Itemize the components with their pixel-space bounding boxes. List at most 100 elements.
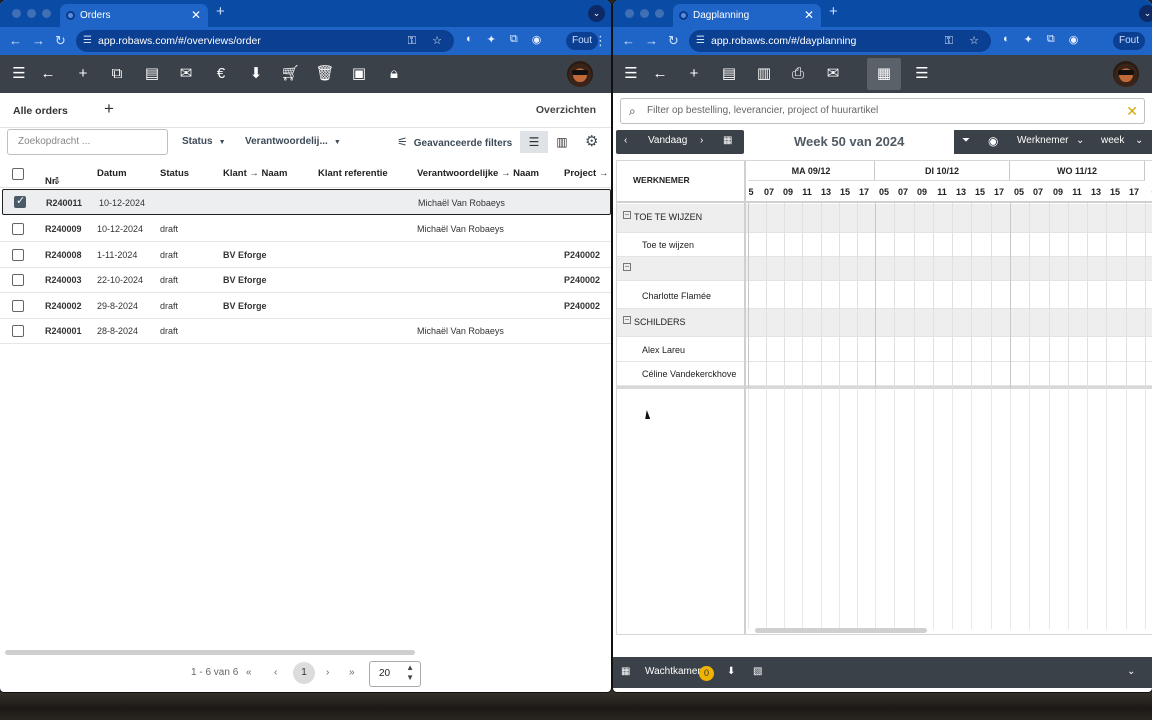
row-checkbox[interactable]: [14, 194, 26, 208]
profile-icon[interactable]: ◉: [1069, 33, 1079, 46]
reload-icon[interactable]: ↻: [668, 33, 679, 49]
euro-icon[interactable]: €: [204, 55, 238, 93]
document-icon[interactable]: ▤: [712, 55, 746, 93]
search-input[interactable]: Zoekopdracht ...: [7, 129, 168, 155]
back-icon[interactable]: ←: [9, 33, 22, 48]
site-info-icon[interactable]: ☰: [696, 30, 705, 52]
bookmark-star-icon[interactable]: ☆: [969, 30, 979, 52]
cart-icon[interactable]: 🛒︎: [273, 55, 307, 93]
tab-dagplanning[interactable]: Dagplanning ✕: [673, 4, 821, 27]
clear-filter-icon[interactable]: ✕: [1126, 99, 1138, 123]
row-checkbox[interactable]: [12, 274, 24, 286]
puzzle-icon[interactable]: ⧉: [1047, 33, 1055, 46]
column-header[interactable]: Verantwoordelijke → Naam: [417, 168, 539, 179]
chevron-down-icon[interactable]: ⌄: [1127, 666, 1135, 677]
site-info-icon[interactable]: ☰: [83, 30, 92, 52]
column-header[interactable]: Klant → Naam: [223, 168, 287, 179]
column-header[interactable]: Project → I: [564, 168, 611, 179]
chevron-down-icon[interactable]: ⌄: [1135, 135, 1143, 146]
prev-page-icon[interactable]: ‹: [274, 667, 277, 678]
table-row[interactable]: R240011 10-12-2024 Michaël Van Robaeys: [2, 189, 611, 215]
pdf-icon[interactable]: ▥: [747, 55, 781, 93]
password-key-icon[interactable]: ⚿: [408, 30, 416, 52]
back-arrow-icon[interactable]: ←: [643, 55, 677, 93]
table-row[interactable]: R240008 1-11-2024 draft BV Eforge P24000…: [0, 242, 611, 268]
download-icon[interactable]: ⬇: [239, 55, 273, 93]
map-icon[interactable]: ▧: [753, 666, 762, 677]
tab-search-icon[interactable]: ⌄: [1139, 5, 1152, 22]
status-filter-button[interactable]: Status ▼: [182, 136, 226, 147]
archive-icon[interactable]: ▣: [342, 55, 376, 93]
list-view-icon[interactable]: ☰: [520, 131, 548, 153]
user-avatar[interactable]: [1113, 61, 1139, 87]
chrome-menu-icon[interactable]: ⋮: [594, 33, 607, 49]
view-title-all-orders[interactable]: Alle orders: [13, 105, 68, 117]
today-button[interactable]: Vandaag: [648, 135, 687, 146]
row-checkbox[interactable]: [12, 249, 24, 261]
forward-icon[interactable]: →: [645, 33, 658, 48]
current-page-button[interactable]: 1: [293, 662, 315, 684]
copy-icon[interactable]: ⧉: [100, 55, 134, 93]
table-row[interactable]: R240002 29-8-2024 draft BV Eforge P24000…: [0, 293, 611, 319]
horizontal-scrollbar[interactable]: [5, 650, 415, 655]
add-icon[interactable]: +: [677, 55, 711, 93]
first-page-icon[interactable]: «: [246, 667, 252, 678]
new-tab-icon[interactable]: +: [216, 3, 225, 20]
window-controls[interactable]: [625, 9, 664, 18]
gear-icon[interactable]: ⚙: [585, 132, 598, 150]
reload-icon[interactable]: ↻: [55, 33, 66, 49]
waiting-room-bar[interactable]: ▦ Wachtkamer 0 ⬇ ▧ ⌄: [613, 657, 1152, 688]
prev-week-icon[interactable]: ‹: [624, 135, 627, 146]
forward-icon[interactable]: →: [32, 33, 45, 48]
table-row[interactable]: R240001 28-8-2024 draft Michaël Van Roba…: [0, 318, 611, 344]
profile-icon[interactable]: ◉: [532, 33, 542, 46]
tab-orders[interactable]: Orders ✕: [60, 4, 208, 27]
grid-horizontal-scrollbar[interactable]: [755, 628, 927, 633]
close-tab-icon[interactable]: ✕: [191, 4, 201, 27]
column-header[interactable]: Status: [160, 168, 189, 179]
planning-filter-input[interactable]: ⌕ Filter op bestelling, leverancier, pro…: [620, 98, 1145, 124]
visibility-eye-icon[interactable]: ◉: [988, 134, 998, 148]
url-field[interactable]: ☰ app.robaws.com/#/overviews/order ⚿ ☆: [76, 30, 454, 52]
calendar-view-icon[interactable]: ▦: [867, 58, 901, 90]
bookmark-star-icon[interactable]: ☆: [432, 30, 442, 52]
extension-icon[interactable]: ◐: [1003, 33, 1010, 46]
email-icon[interactable]: ✉: [816, 55, 850, 93]
column-header[interactable]: Klant referentie: [318, 168, 388, 179]
back-arrow-icon[interactable]: ←: [31, 55, 65, 93]
period-select[interactable]: week: [1101, 135, 1124, 146]
advanced-filters-button[interactable]: ⚟ Geavanceerde filters: [397, 135, 512, 149]
next-page-icon[interactable]: ›: [326, 667, 329, 678]
table-row[interactable]: R240009 10-12-2024 draft Michaël Van Rob…: [0, 216, 611, 242]
add-icon[interactable]: +: [66, 55, 100, 93]
url-field[interactable]: ☰ app.robaws.com/#/dayplanning ⚿ ☆: [689, 30, 991, 52]
back-icon[interactable]: ←: [622, 33, 635, 48]
column-header[interactable]: Datum: [97, 168, 127, 179]
user-avatar[interactable]: [567, 61, 593, 87]
calendar-picker-icon[interactable]: ▦: [723, 135, 732, 146]
filter-funnel-icon[interactable]: ⏷: [962, 135, 970, 146]
extension-color-icon[interactable]: ✦: [1024, 33, 1033, 46]
select-all-checkbox[interactable]: [12, 168, 24, 180]
table-row[interactable]: R240003 22-10-2024 draft BV Eforge P2400…: [0, 267, 611, 293]
puzzle-icon[interactable]: ⧉: [510, 33, 518, 46]
extension-icon[interactable]: ◐: [466, 33, 473, 46]
extension-color-icon[interactable]: ✦: [487, 33, 496, 46]
responsible-filter-button[interactable]: Verantwoordelij... ▼: [245, 136, 341, 147]
chart-view-icon[interactable]: ▥: [548, 131, 576, 153]
window-controls[interactable]: [12, 9, 51, 18]
print-icon[interactable]: ⎙: [781, 55, 815, 93]
row-checkbox[interactable]: [12, 300, 24, 312]
row-checkbox[interactable]: [12, 223, 24, 235]
next-week-icon[interactable]: ›: [700, 135, 703, 146]
add-view-icon[interactable]: +: [104, 99, 114, 119]
download-icon[interactable]: ⬇: [727, 666, 735, 677]
lock-icon[interactable]: 🔒︎: [377, 55, 411, 93]
tab-search-icon[interactable]: ⌄: [588, 5, 605, 22]
stepper-arrows-icon[interactable]: ▲ ▼: [406, 663, 414, 683]
new-tab-icon[interactable]: +: [829, 3, 838, 20]
delete-icon[interactable]: 🗑︎: [308, 55, 342, 93]
close-tab-icon[interactable]: ✕: [804, 4, 814, 27]
pdf-icon[interactable]: ▤: [135, 55, 169, 93]
last-page-icon[interactable]: »: [349, 667, 355, 678]
